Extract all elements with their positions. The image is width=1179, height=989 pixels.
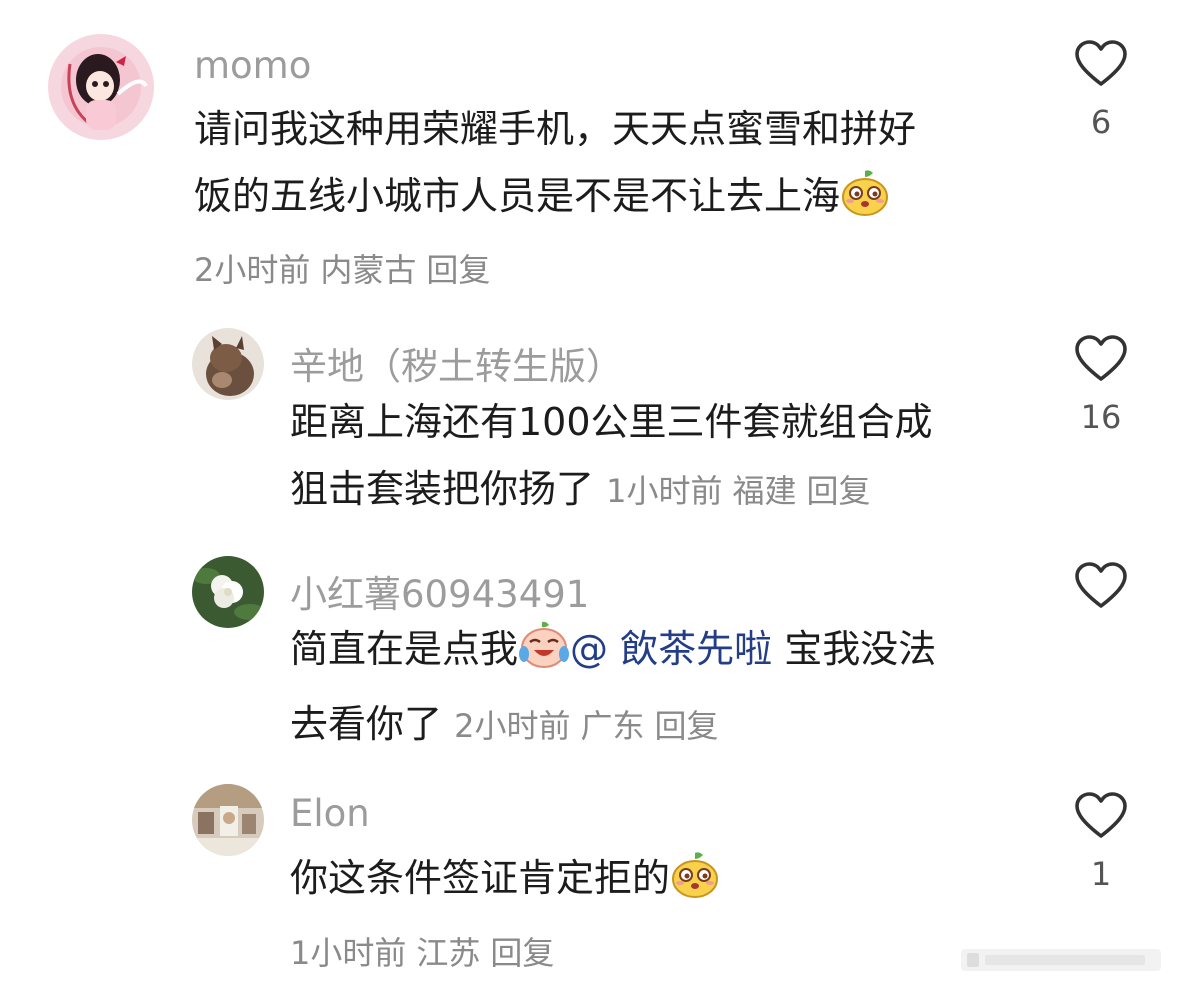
heart-icon xyxy=(1075,792,1127,838)
comment-item: Elon 你这条件签证肯定拒的 1小时前 江苏 回复 1 xyxy=(0,0,1179,989)
comment-meta: 1小时前 江苏 回复 xyxy=(290,928,564,974)
username[interactable]: Elon xyxy=(290,792,370,835)
avatar[interactable] xyxy=(192,784,264,856)
comment-time: 1小时前 xyxy=(290,934,407,972)
photo-avatar-icon xyxy=(192,784,264,856)
watermark-graphic xyxy=(961,947,1161,977)
like-count: 1 xyxy=(1090,855,1112,893)
reply-button[interactable]: 回复 xyxy=(490,934,554,972)
comment-text: 你这条件签证肯定拒的 xyxy=(290,845,1050,920)
comment-location: 江苏 xyxy=(416,934,481,972)
smug-fruit-emoji-icon xyxy=(670,851,720,920)
like-button[interactable]: 1 xyxy=(1071,792,1131,890)
comment-text-part: 你这条件签证肯定拒的 xyxy=(290,856,671,900)
